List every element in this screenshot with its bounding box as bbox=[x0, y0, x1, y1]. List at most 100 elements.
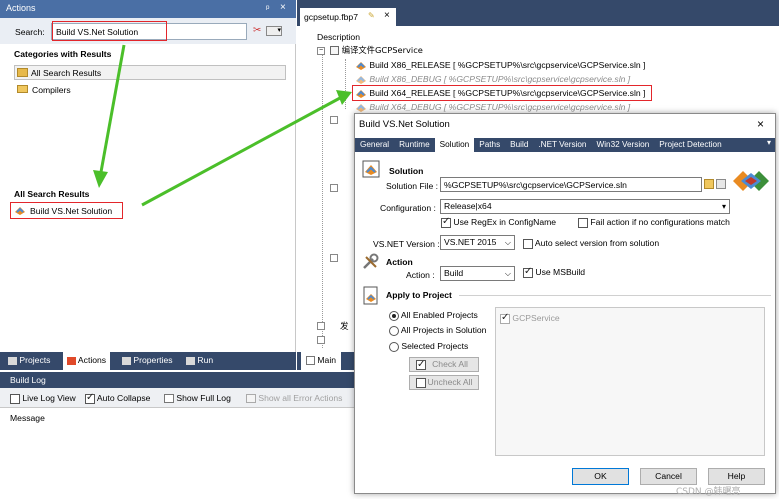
tab-project-detection[interactable]: Project Detection bbox=[654, 138, 726, 152]
all-results-header: All Search Results bbox=[14, 189, 89, 199]
tab-actions[interactable]: Actions bbox=[63, 352, 111, 370]
configuration-value: Release|x64 bbox=[444, 201, 492, 211]
editor-bottom-tabs: Main bbox=[297, 352, 357, 370]
show-full-log-button[interactable]: Show Full Log bbox=[164, 393, 231, 404]
auto-collapse-checkbox[interactable] bbox=[85, 392, 95, 404]
radio-all-enabled[interactable] bbox=[389, 310, 399, 321]
tree-row-x86-release[interactable]: Build X86_RELEASE [ %GCPSETUP%\src\gcpse… bbox=[355, 58, 645, 72]
uncheck-all-button[interactable]: Uncheck All bbox=[409, 375, 479, 390]
help-button-label: Help bbox=[727, 471, 746, 481]
auto-select-option[interactable]: Auto select version from solution bbox=[523, 238, 659, 249]
radio-all-enabled-label: All Enabled Projects bbox=[400, 310, 478, 320]
live-log-checkbox[interactable] bbox=[10, 393, 20, 404]
collapse-icon[interactable] bbox=[330, 184, 338, 192]
actions-icon bbox=[67, 356, 76, 365]
category-item-all[interactable]: All Search Results bbox=[14, 65, 286, 80]
uncheck-all-label: Uncheck All bbox=[427, 377, 473, 387]
tree-node-root[interactable]: − 编译文件GCPService bbox=[317, 43, 423, 57]
show-errors-button[interactable]: Show all Error Actions bbox=[246, 393, 342, 404]
radio-all-in-solution-option[interactable]: All Projects in Solution bbox=[389, 325, 486, 336]
radio-selected-option[interactable]: Selected Projects bbox=[389, 341, 468, 352]
tab-properties[interactable]: Properties bbox=[122, 355, 173, 365]
all-results-header-label: All Search Results bbox=[14, 189, 90, 199]
dialog-tabstrip: General Runtime Solution Paths Build .NET Ver… bbox=[355, 138, 775, 152]
ok-button[interactable]: OK bbox=[572, 468, 629, 485]
collapse-icon[interactable] bbox=[330, 116, 338, 124]
tab-main[interactable]: Main bbox=[301, 352, 342, 370]
radio-all-in-solution[interactable] bbox=[389, 325, 399, 336]
action-value: Build bbox=[444, 268, 464, 278]
tab-win32-version[interactable]: Win32 Version bbox=[591, 138, 654, 152]
solution-file-input[interactable]: %GCPSETUP%\src\gcpservice\GCPService.sln bbox=[440, 177, 702, 192]
tree-root-label: 编译文件GCPService bbox=[341, 45, 423, 55]
build-log-toolbar: Live Log View Auto Collapse Show Full Lo… bbox=[0, 388, 355, 408]
configuration-dropdown[interactable]: Release|x64 ▾ bbox=[440, 199, 730, 214]
folder-icon bbox=[17, 85, 28, 93]
tab-run[interactable]: Run bbox=[186, 355, 213, 365]
cancel-button[interactable]: Cancel bbox=[640, 468, 697, 485]
tab-close-icon[interactable]: × bbox=[384, 10, 390, 21]
tab-gcpsetup[interactable]: gcpsetup.fbp7 ✎ × bbox=[300, 8, 396, 26]
dialog-close-icon[interactable]: × bbox=[757, 117, 764, 131]
use-msbuild-option[interactable]: Use MSBuild bbox=[523, 266, 585, 278]
category-item-compilers[interactable]: Compilers bbox=[14, 81, 286, 96]
browse-folder-icon[interactable] bbox=[704, 179, 714, 189]
tree-row-x64-debug[interactable]: Build X64_DEBUG [ %GCPSETUP%\src\gcpserv… bbox=[355, 100, 630, 114]
tab-paths[interactable]: Paths bbox=[474, 138, 505, 152]
tab-solution[interactable]: Solution bbox=[434, 138, 475, 152]
main-tab-icon bbox=[306, 356, 315, 366]
actions-panel: Actions ᵖ × Search: Build VS.Net Solutio… bbox=[0, 0, 296, 352]
collapse-icon[interactable] bbox=[317, 322, 325, 330]
project-item-checkbox[interactable] bbox=[500, 312, 510, 324]
build-vsnet-icon bbox=[355, 61, 367, 71]
vsnet-version-dropdown[interactable]: VS.NET 2015 ⌵ bbox=[440, 235, 515, 250]
project-item[interactable]: GCPService bbox=[500, 312, 560, 324]
use-msbuild-checkbox[interactable] bbox=[523, 266, 533, 278]
action-section-icon bbox=[362, 253, 380, 271]
fail-action-checkbox[interactable] bbox=[578, 217, 588, 228]
partial-node-label: 发 bbox=[340, 322, 349, 332]
use-regex-option[interactable]: Use RegEx in ConfigName bbox=[441, 216, 556, 228]
pin-icon[interactable]: ᵖ bbox=[266, 3, 269, 13]
variable-icon[interactable] bbox=[716, 179, 726, 189]
help-button[interactable]: Help bbox=[708, 468, 765, 485]
collapse-icon[interactable] bbox=[317, 336, 325, 344]
radio-all-enabled-option[interactable]: All Enabled Projects bbox=[389, 310, 478, 321]
auto-select-checkbox[interactable] bbox=[523, 238, 533, 249]
dialog-titlebar: Build VS.Net Solution × bbox=[355, 114, 775, 134]
categories-header-label: Categories with Results bbox=[14, 49, 112, 59]
tab-build[interactable]: Build bbox=[505, 138, 533, 152]
configuration-label: Configuration : bbox=[380, 203, 436, 213]
collapse-icon[interactable]: − bbox=[317, 46, 325, 55]
live-log-option[interactable]: Live Log View bbox=[10, 393, 76, 404]
chevron-down-icon: ⌵ bbox=[504, 238, 511, 247]
fail-action-option[interactable]: Fail action if no configurations match bbox=[578, 217, 730, 228]
tree-row-x86-debug[interactable]: Build X86_DEBUG [ %GCPSETUP%\src\gcpserv… bbox=[355, 72, 630, 86]
tab-actions-label: Actions bbox=[77, 355, 107, 365]
tab-overflow-icon[interactable]: ▾ bbox=[763, 138, 775, 152]
categories-header: Categories with Results bbox=[14, 49, 292, 62]
tab-runtime[interactable]: Runtime bbox=[394, 138, 435, 152]
radio-selected[interactable] bbox=[389, 341, 399, 352]
tab-main-label: Main bbox=[317, 355, 337, 365]
tab-net-version[interactable]: .NET Version bbox=[533, 138, 591, 152]
clear-search-icon[interactable]: ✂ bbox=[253, 25, 263, 36]
tree-row-label: Build X86_DEBUG [ %GCPSETUP%\src\gcpserv… bbox=[369, 74, 631, 84]
tab-projects[interactable]: Projects bbox=[8, 355, 50, 365]
project-list[interactable]: GCPService bbox=[495, 307, 765, 456]
full-log-icon bbox=[164, 394, 174, 404]
tab-projects-label: Projects bbox=[19, 355, 51, 365]
close-icon[interactable]: × bbox=[280, 2, 286, 13]
build-log-body: Message bbox=[0, 408, 355, 499]
collapse-icon[interactable] bbox=[330, 254, 338, 262]
check-all-button[interactable]: Check All bbox=[409, 357, 479, 372]
use-regex-checkbox[interactable] bbox=[441, 216, 451, 228]
auto-collapse-option[interactable]: Auto Collapse bbox=[85, 392, 150, 404]
fail-action-label: Fail action if no configurations match bbox=[590, 217, 730, 227]
build-vsnet-dialog: Build VS.Net Solution × General Runtime So… bbox=[354, 113, 776, 494]
tab-general[interactable]: General bbox=[355, 138, 394, 152]
apply-section-title: Apply to Project bbox=[386, 290, 452, 300]
live-log-label: Live Log View bbox=[22, 393, 76, 403]
action-dropdown[interactable]: Build ⌵ bbox=[440, 266, 515, 281]
options-dropdown-icon[interactable]: ▾ bbox=[266, 26, 282, 36]
